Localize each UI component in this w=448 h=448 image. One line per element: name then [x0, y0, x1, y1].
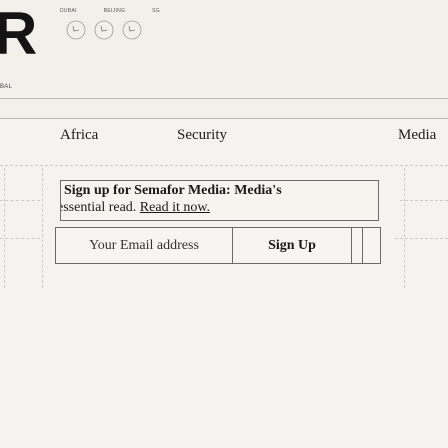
signup-form: Sign Up: [55, 227, 381, 264]
grid-line: [42, 168, 43, 288]
signup-body: essential read. Read it now.: [60, 200, 210, 216]
grid-line: [400, 200, 448, 201]
signup-promo-box: Sign up for Semafor Media: Media's essen…: [60, 180, 379, 221]
site-header: R DUBAI BEIJING SG BAL: [0, 0, 448, 118]
grid-line: [4, 168, 5, 288]
clock-icon: [94, 20, 114, 40]
email-input[interactable]: [56, 228, 233, 263]
nav-item-security[interactable]: Security: [177, 127, 227, 144]
grid-line: [0, 165, 448, 166]
clock-dials: [66, 20, 142, 40]
world-clock-strip: DUBAI BEIJING SG: [52, 0, 160, 60]
signup-title: Sign up for Semafor Media: Media's: [64, 183, 282, 198]
nav-item-media[interactable]: Media: [398, 127, 436, 144]
clock-icon: [66, 20, 86, 40]
header-divider: [0, 98, 448, 99]
sign-up-button[interactable]: Sign Up: [233, 228, 352, 263]
grid-line: [0, 238, 40, 239]
signup-body-text: essential read.: [60, 200, 140, 215]
grid-line: [0, 200, 40, 201]
grid-line: [404, 168, 405, 288]
form-divider: [362, 228, 363, 263]
edition-label: BAL: [0, 84, 13, 90]
nav-item-africa[interactable]: Africa: [60, 127, 98, 144]
section-nav: Africa Security Media: [0, 118, 448, 168]
read-it-now-link[interactable]: Read it now.: [140, 200, 210, 215]
newsletter-signup: Sign up for Semafor Media: Media's essen…: [55, 180, 381, 268]
clock-icon: [122, 20, 142, 40]
logo[interactable]: R: [0, 0, 37, 70]
grid-line: [395, 238, 448, 239]
